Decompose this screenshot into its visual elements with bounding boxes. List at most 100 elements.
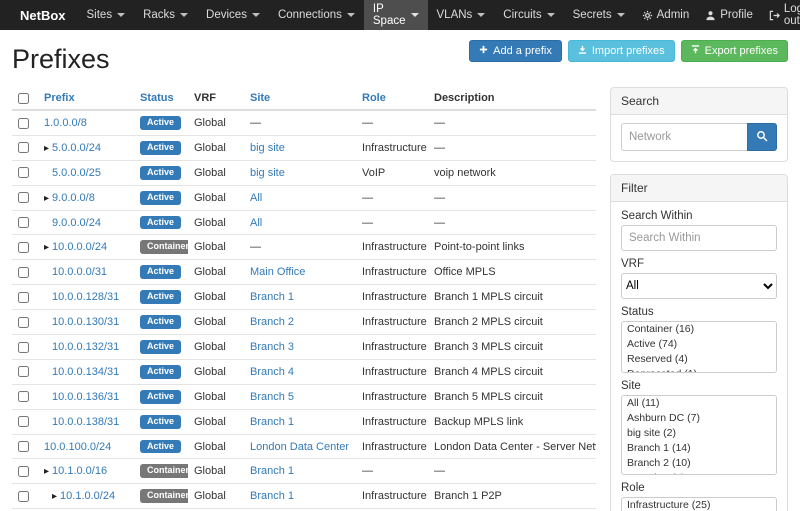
- site-link[interactable]: Branch 3: [250, 341, 294, 353]
- nav-item-racks[interactable]: Racks: [134, 0, 197, 30]
- row-checkbox[interactable]: [18, 342, 29, 353]
- prefix-link[interactable]: 10.0.0.138/31: [52, 416, 119, 428]
- vrf-cell: Global: [188, 160, 244, 185]
- option-all-11[interactable]: All (11): [622, 396, 776, 411]
- option-reserved-4[interactable]: Reserved (4): [622, 352, 776, 367]
- nav-item-ip-space[interactable]: IP Space: [364, 0, 428, 30]
- profile-link[interactable]: Profile: [697, 0, 761, 30]
- site-link[interactable]: Branch 4: [250, 366, 294, 378]
- prefix-link[interactable]: 10.0.0.132/31: [52, 341, 119, 353]
- role-listbox[interactable]: Infrastructure (25)Management (8)Private…: [621, 497, 777, 511]
- site-link[interactable]: All: [250, 192, 262, 204]
- prefix-link[interactable]: 10.0.0.130/31: [52, 316, 119, 328]
- row-checkbox[interactable]: [18, 292, 29, 303]
- search-panel: Search: [610, 87, 788, 162]
- column-sort-link[interactable]: Status: [140, 92, 174, 104]
- site-listbox[interactable]: All (11)Ashburn DC (7)big site (2)Branch…: [621, 395, 777, 475]
- status-badge: Active: [140, 141, 181, 155]
- import-prefixes-button[interactable]: Import prefixes: [568, 40, 675, 62]
- nav-link[interactable]: Sites: [78, 0, 135, 30]
- option-active-74[interactable]: Active (74): [622, 337, 776, 352]
- prefix-link[interactable]: 10.0.0.136/31: [52, 391, 119, 403]
- search-input[interactable]: [621, 123, 747, 151]
- option-container-16[interactable]: Container (16): [622, 322, 776, 337]
- status-listbox[interactable]: Container (16)Active (74)Reserved (4)Dep…: [621, 321, 777, 373]
- site-link[interactable]: All: [250, 217, 262, 229]
- search-within-input[interactable]: [621, 225, 777, 251]
- nav-link[interactable]: Secrets: [564, 0, 634, 30]
- option-ashburn-dc-7[interactable]: Ashburn DC (7): [622, 411, 776, 426]
- option-big-site-2[interactable]: big site (2): [622, 426, 776, 441]
- row-checkbox[interactable]: [18, 366, 29, 377]
- site-link[interactable]: Branch 1: [250, 291, 294, 303]
- option-branch-3-6[interactable]: Branch 3 (6): [622, 471, 776, 475]
- export-prefixes-button[interactable]: Export prefixes: [681, 40, 788, 62]
- nav-link[interactable]: Racks: [134, 0, 197, 30]
- column-sort-link[interactable]: Site: [250, 92, 270, 104]
- row-checkbox[interactable]: [18, 142, 29, 153]
- option-infrastructure-25[interactable]: Infrastructure (25): [622, 498, 776, 511]
- prefix-link[interactable]: 10.0.0.0/24: [52, 241, 107, 253]
- row-checkbox[interactable]: [18, 466, 29, 477]
- brand-logo[interactable]: NetBox: [8, 0, 78, 30]
- prefix-link[interactable]: 1.0.0.0/8: [44, 117, 87, 129]
- nav-item-devices[interactable]: Devices: [197, 0, 269, 30]
- row-checkbox[interactable]: [18, 441, 29, 452]
- prefix-link[interactable]: 10.0.100.0/24: [44, 441, 111, 453]
- site-link[interactable]: Branch 1: [250, 465, 294, 477]
- search-button[interactable]: [747, 123, 777, 151]
- nav-link[interactable]: Connections: [269, 0, 364, 30]
- add-prefix-button[interactable]: Add a prefix: [469, 40, 562, 62]
- prefix-link[interactable]: 10.0.0.0/31: [52, 266, 107, 278]
- nav-item-circuits[interactable]: Circuits: [494, 0, 563, 30]
- row-checkbox[interactable]: [18, 242, 29, 253]
- nav-link[interactable]: VLANs: [428, 0, 495, 30]
- prefix-link[interactable]: 10.0.0.128/31: [52, 291, 119, 303]
- status-badge: Active: [140, 290, 181, 304]
- row-checkbox[interactable]: [18, 192, 29, 203]
- row-checkbox[interactable]: [18, 416, 29, 427]
- option-deprecated-1[interactable]: Deprecated (1): [622, 367, 776, 373]
- prefix-link[interactable]: 10.0.0.134/31: [52, 366, 119, 378]
- site-link[interactable]: Branch 1: [250, 490, 294, 502]
- site-link[interactable]: Main Office: [250, 266, 305, 278]
- logout-label: Log out: [784, 3, 800, 27]
- prefix-link[interactable]: 9.0.0.0/24: [52, 217, 101, 229]
- select-all-checkbox[interactable]: [18, 93, 29, 104]
- row-checkbox[interactable]: [18, 491, 29, 502]
- option-branch-2-10[interactable]: Branch 2 (10): [622, 456, 776, 471]
- column-sort-link[interactable]: Prefix: [44, 92, 75, 104]
- row-checkbox[interactable]: [18, 217, 29, 228]
- site-link[interactable]: Branch 5: [250, 391, 294, 403]
- column-sort-link[interactable]: Role: [362, 92, 386, 104]
- nav-item-connections[interactable]: Connections: [269, 0, 364, 30]
- prefix-link[interactable]: 10.1.0.0/24: [60, 490, 115, 502]
- option-branch-1-14[interactable]: Branch 1 (14): [622, 441, 776, 456]
- site-link[interactable]: Branch 2: [250, 316, 294, 328]
- admin-link[interactable]: Admin: [634, 0, 698, 30]
- select-all-cell: [12, 87, 38, 110]
- nav-item-vlans[interactable]: VLANs: [428, 0, 495, 30]
- row-checkbox[interactable]: [18, 317, 29, 328]
- row-checkbox[interactable]: [18, 167, 29, 178]
- nav-link[interactable]: Circuits: [494, 0, 563, 30]
- site-link[interactable]: London Data Center: [250, 441, 349, 453]
- prefix-link[interactable]: 10.1.0.0/16: [52, 465, 107, 477]
- nav-link[interactable]: IP Space: [364, 0, 428, 30]
- row-checkbox[interactable]: [18, 118, 29, 129]
- row-checkbox[interactable]: [18, 267, 29, 278]
- nav-item-sites[interactable]: Sites: [78, 0, 135, 30]
- row-checkbox[interactable]: [18, 391, 29, 402]
- site-link[interactable]: big site: [250, 142, 285, 154]
- nav-link[interactable]: Devices: [197, 0, 269, 30]
- role-cell: Infrastructure: [356, 260, 428, 285]
- caret-down-icon: [117, 13, 125, 17]
- prefix-link[interactable]: 5.0.0.0/25: [52, 167, 101, 179]
- nav-item-secrets[interactable]: Secrets: [564, 0, 634, 30]
- prefix-link[interactable]: 5.0.0.0/24: [52, 142, 101, 154]
- site-link[interactable]: Branch 1: [250, 416, 294, 428]
- vrf-select[interactable]: All: [621, 273, 777, 299]
- prefix-link[interactable]: 9.0.0.0/8: [52, 192, 95, 204]
- site-link[interactable]: big site: [250, 167, 285, 179]
- logout-link[interactable]: Log out: [761, 0, 800, 30]
